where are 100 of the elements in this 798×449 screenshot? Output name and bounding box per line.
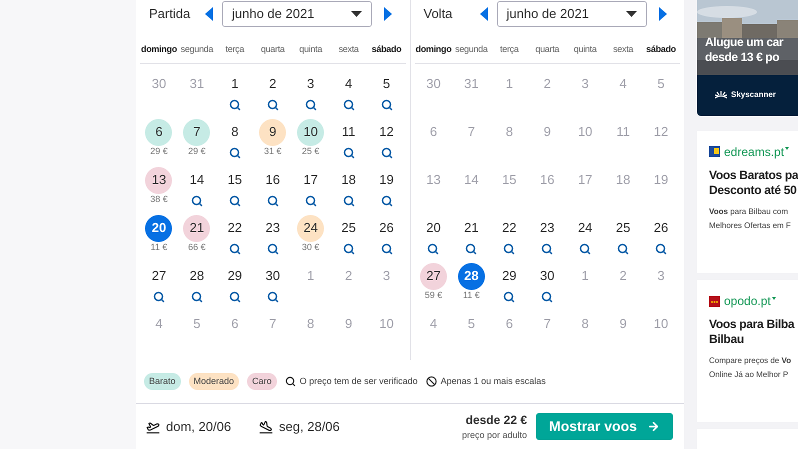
calendar-day: 5 xyxy=(458,310,485,338)
calendar-day[interactable]: 21 xyxy=(458,214,485,242)
logo-icon xyxy=(709,296,720,307)
calendar-day: 8 xyxy=(572,310,599,338)
calendar-day[interactable]: 23 xyxy=(534,214,561,242)
ad-domain[interactable]: edreams.pt xyxy=(724,142,784,161)
calendar-day[interactable]: 13 xyxy=(145,166,172,194)
search-icon[interactable] xyxy=(617,242,630,254)
calendar-day: 4 xyxy=(145,310,172,338)
search-icon[interactable] xyxy=(427,242,440,254)
calendar-day[interactable]: 26 xyxy=(648,214,675,242)
search-icon[interactable] xyxy=(503,290,516,302)
search-icon[interactable] xyxy=(655,242,668,254)
calendar-day[interactable]: 24 xyxy=(297,214,324,242)
search-icon[interactable] xyxy=(228,194,241,206)
calendar-day[interactable]: 20 xyxy=(145,214,172,242)
calendar-day[interactable]: 3 xyxy=(297,70,324,98)
calendar-day[interactable]: 5 xyxy=(373,70,400,98)
search-icon[interactable] xyxy=(342,194,355,206)
calendar-day[interactable]: 29 xyxy=(496,262,523,290)
next-month-button[interactable] xyxy=(658,7,666,21)
month-select[interactable]: junho de 2021 xyxy=(496,1,646,27)
search-icon[interactable] xyxy=(342,146,355,158)
search-icon[interactable] xyxy=(190,194,203,206)
ad-card[interactable]: opodo.pt Voos para Bilba Bilbau Compare preços de Vo Online Já ao Melhor P xyxy=(697,280,798,422)
weekday-label: sexta xyxy=(613,43,634,56)
calendar-day[interactable]: 18 xyxy=(335,166,362,194)
search-icon[interactable] xyxy=(579,242,592,254)
search-icon[interactable] xyxy=(380,146,393,158)
search-icon[interactable] xyxy=(266,98,279,110)
ad-domain[interactable]: opodo.pt xyxy=(724,292,771,310)
next-month-button[interactable] xyxy=(384,7,392,21)
search-icon[interactable] xyxy=(541,242,554,254)
weekday-label: quinta xyxy=(574,43,597,56)
search-icon[interactable] xyxy=(266,194,279,206)
month-select[interactable]: junho de 2021 xyxy=(222,1,372,27)
ad-title[interactable]: Desconto até 50 xyxy=(709,182,798,198)
ad-card[interactable]: edreams.pt Voos Baratos pa Desconto até 50 Voos para Bilbau com Melhores Ofertas em F xyxy=(697,130,798,274)
ad-title[interactable]: Voos Baratos pa xyxy=(709,168,798,183)
calendar-day[interactable]: 17 xyxy=(297,166,324,194)
calendar-day[interactable]: 8 xyxy=(221,118,248,146)
search-icon[interactable] xyxy=(380,242,393,254)
search-icon[interactable] xyxy=(228,242,241,254)
search-icon[interactable] xyxy=(503,242,516,254)
calendar-day[interactable]: 25 xyxy=(610,214,637,242)
calendar-day: 10 xyxy=(572,118,599,146)
calendar-day[interactable]: 19 xyxy=(373,166,400,194)
calendar-day[interactable]: 1 xyxy=(221,70,248,98)
calendar-day[interactable]: 28 xyxy=(458,262,485,290)
ad-banner[interactable]: Alugue um car desde 13 € po Skyscanner xyxy=(697,0,798,116)
search-icon[interactable] xyxy=(152,290,165,302)
calendar-day[interactable]: 6 xyxy=(145,118,172,146)
calendar-day[interactable]: 29 xyxy=(221,262,248,290)
ad-text: Voos para Bilbau com xyxy=(709,206,789,218)
calendar-day[interactable]: 28 xyxy=(183,262,210,290)
search-icon[interactable] xyxy=(304,98,317,110)
previous-month-button[interactable] xyxy=(480,7,488,21)
search-icon[interactable] xyxy=(541,290,554,302)
search-icon[interactable] xyxy=(380,194,393,206)
calendar-day[interactable]: 4 xyxy=(335,70,362,98)
calendar-day[interactable]: 12 xyxy=(373,118,400,146)
calendar-day[interactable]: 9 xyxy=(259,118,286,146)
search-icon[interactable] xyxy=(342,98,355,110)
calendar-day[interactable]: 14 xyxy=(183,166,210,194)
ad-title[interactable]: Voos para Bilba xyxy=(709,317,798,332)
calendar-day[interactable]: 22 xyxy=(496,214,523,242)
search-icon[interactable] xyxy=(228,146,241,158)
calendar-day[interactable]: 30 xyxy=(259,262,286,290)
calendar-day[interactable]: 21 xyxy=(183,214,210,242)
calendar-day[interactable]: 10 xyxy=(297,118,324,146)
calendar-day: 7 xyxy=(534,310,561,338)
search-icon[interactable] xyxy=(342,242,355,254)
calendar-day: 16 xyxy=(534,166,561,194)
calendar-day[interactable]: 26 xyxy=(373,214,400,242)
calendar-day[interactable]: 7 xyxy=(183,118,210,146)
search-icon[interactable] xyxy=(465,242,478,254)
search-icon[interactable] xyxy=(228,290,241,302)
calendar-day[interactable]: 23 xyxy=(259,214,286,242)
ad-title[interactable]: Bilbau xyxy=(709,332,798,348)
caret-icon xyxy=(785,147,790,150)
calendar-day[interactable]: 20 xyxy=(420,214,447,242)
calendar-day[interactable]: 27 xyxy=(145,262,172,290)
calendar-day[interactable]: 16 xyxy=(259,166,286,194)
search-icon[interactable] xyxy=(266,242,279,254)
calendar-day[interactable]: 2 xyxy=(259,70,286,98)
search-icon[interactable] xyxy=(228,98,241,110)
calendar-day[interactable]: 22 xyxy=(221,214,248,242)
previous-month-button[interactable] xyxy=(205,7,213,21)
calendar-day[interactable]: 30 xyxy=(534,262,561,290)
calendar-day[interactable]: 15 xyxy=(221,166,248,194)
search-icon[interactable] xyxy=(190,290,203,302)
search-icon[interactable] xyxy=(380,98,393,110)
calendar-day: 6 xyxy=(221,310,248,338)
search-icon[interactable] xyxy=(266,290,279,302)
search-icon[interactable] xyxy=(304,194,317,206)
legend-chip: Caro xyxy=(247,372,277,390)
calendar-day[interactable]: 27 xyxy=(420,262,447,290)
calendar-day[interactable]: 25 xyxy=(335,214,362,242)
calendar-day[interactable]: 24 xyxy=(572,214,599,242)
calendar-day[interactable]: 11 xyxy=(335,118,362,146)
